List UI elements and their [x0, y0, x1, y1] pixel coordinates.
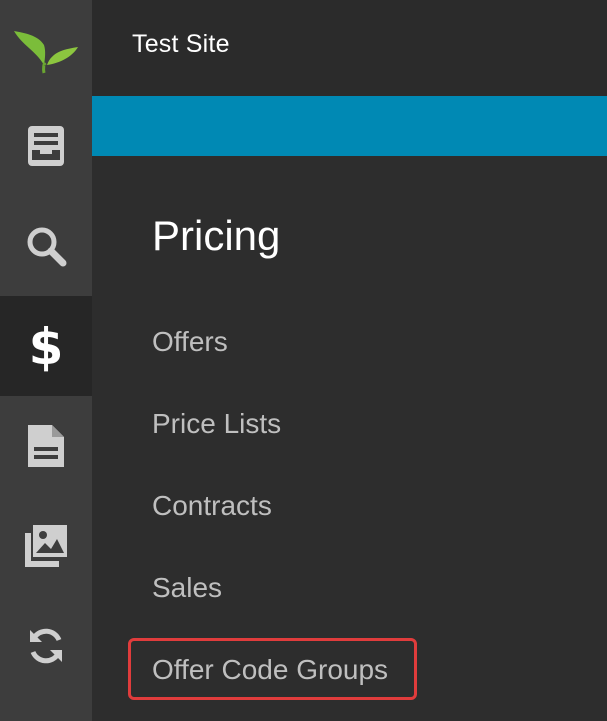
- menu-item-price-lists[interactable]: Price Lists: [152, 408, 281, 440]
- sync-icon: [30, 628, 62, 664]
- menu-item-offer-code-groups[interactable]: Offer Code Groups: [152, 654, 388, 686]
- leaf-logo-icon: [14, 31, 78, 74]
- rail-item-media[interactable]: [0, 496, 92, 596]
- icon-rail: $: [0, 0, 92, 721]
- rail-item-inbox[interactable]: [0, 96, 92, 196]
- menu-item-sales[interactable]: Sales: [152, 572, 222, 604]
- document-icon: [28, 425, 64, 467]
- rail-item-pricing[interactable]: $: [0, 296, 92, 396]
- rail-item-sync[interactable]: [0, 596, 92, 696]
- accent-bar: [92, 96, 607, 156]
- svg-text:$: $: [29, 320, 63, 372]
- dollar-icon: $: [29, 320, 63, 372]
- menu-item-offers[interactable]: Offers: [152, 326, 228, 358]
- section-title: Pricing: [152, 212, 281, 259]
- rail-item-documents[interactable]: [0, 396, 92, 496]
- search-icon: [27, 227, 67, 267]
- inbox-icon: [28, 126, 64, 166]
- site-title[interactable]: Test Site: [132, 30, 230, 59]
- app-window: $ Test Site Pricing Offers Price Lists C…: [0, 0, 607, 721]
- pricing-panel: Pricing Offers Price Lists Contracts Sal…: [92, 156, 607, 721]
- top-header: Test Site: [92, 0, 607, 96]
- menu-item-contracts[interactable]: Contracts: [152, 490, 272, 522]
- images-icon: [25, 525, 67, 567]
- brand-logo[interactable]: [0, 0, 92, 96]
- rail-item-search[interactable]: [0, 196, 92, 296]
